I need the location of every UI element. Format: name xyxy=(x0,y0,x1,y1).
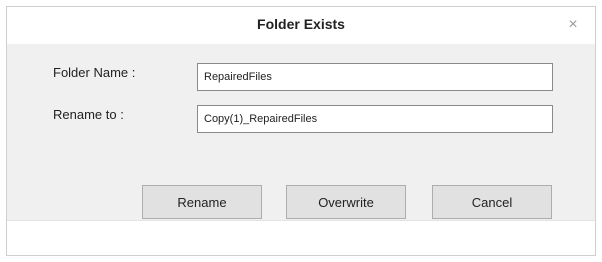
dialog-footer xyxy=(7,220,595,255)
cancel-button[interactable]: Cancel xyxy=(432,185,552,219)
close-icon[interactable]: × xyxy=(561,13,585,37)
rename-button[interactable]: Rename xyxy=(142,185,262,219)
dialog-titlebar: Folder Exists × xyxy=(7,7,595,45)
folder-name-field[interactable] xyxy=(197,63,553,91)
overwrite-button[interactable]: Overwrite xyxy=(286,185,406,219)
rename-to-field[interactable] xyxy=(197,105,553,133)
rename-to-label: Rename to : xyxy=(53,107,124,122)
folder-name-label: Folder Name : xyxy=(53,65,136,80)
dialog-title: Folder Exists xyxy=(257,16,345,32)
folder-exists-dialog: Folder Exists × Folder Name : Rename to … xyxy=(6,6,596,256)
dialog-body: Folder Name : Rename to : Rename Overwri… xyxy=(7,44,595,220)
